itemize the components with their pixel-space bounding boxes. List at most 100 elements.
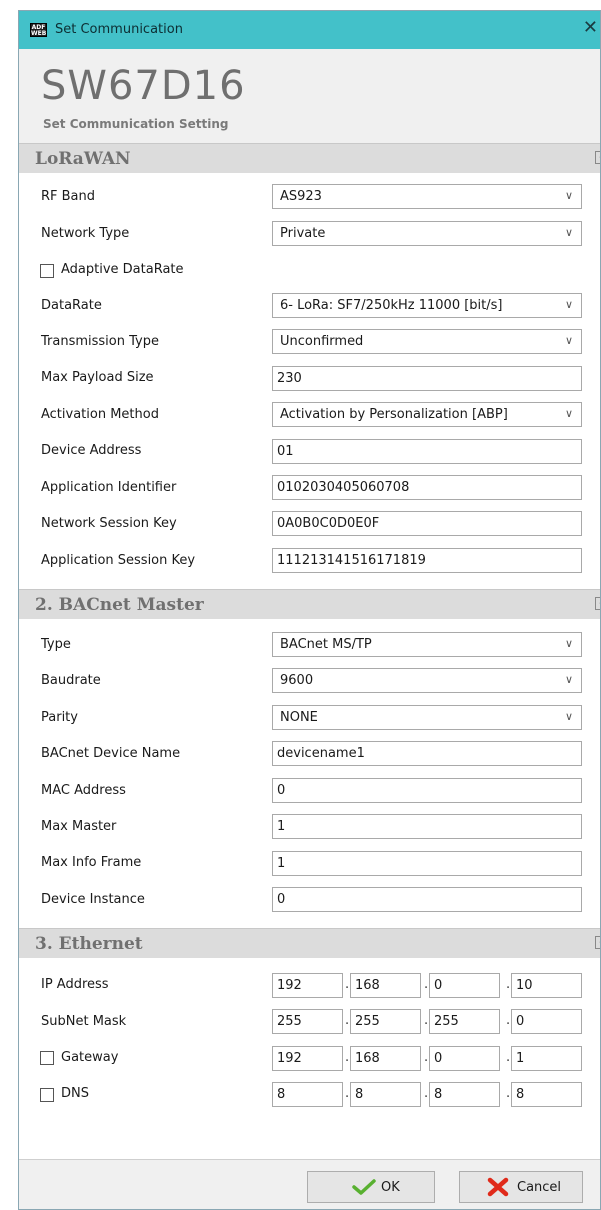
activation-method-label: Activation Method [41, 407, 159, 422]
page-subtitle: Set Communication Setting [43, 117, 229, 131]
selected-value: BACnet MS/TP [280, 637, 372, 652]
ip-address-octet-1[interactable]: 192 [272, 973, 343, 998]
chevron-down-icon: ∨ [564, 637, 573, 650]
close-icon[interactable]: ✕ [583, 19, 598, 37]
dns-checkbox[interactable] [40, 1088, 54, 1102]
app-icon: ADF WEB [30, 23, 47, 37]
ip-separator: . [345, 977, 350, 992]
baudrate-label: Baudrate [41, 673, 101, 688]
selected-value: Activation by Personalization [ABP] [280, 407, 508, 422]
gateway-octet-1[interactable]: 192 [272, 1046, 343, 1071]
section-title: LoRaWAN [35, 149, 131, 169]
gateway-label: Gateway [61, 1050, 119, 1065]
ip-separator: . [424, 977, 429, 992]
gateway-octet-3[interactable]: 0 [429, 1046, 500, 1071]
application-identifier-input[interactable]: 0102030405060708 [272, 475, 582, 500]
ip-address-octet-3[interactable]: 0 [429, 973, 500, 998]
dns-octet-1[interactable]: 8 [272, 1082, 343, 1107]
parity-label: Parity [41, 710, 78, 725]
device-address-label: Device Address [41, 443, 142, 458]
gateway-octet-2[interactable]: 168 [350, 1046, 421, 1071]
activation-method-select[interactable]: Activation by Personalization [ABP] ∨ [272, 402, 582, 427]
datarate-select[interactable]: 6- LoRa: SF7/250kHz 11000 [bit/s] ∨ [272, 293, 582, 318]
mac-address-label: MAC Address [41, 783, 126, 798]
network-session-key-input[interactable]: 0A0B0C0D0E0F [272, 511, 582, 536]
adaptive-datarate-label: Adaptive DataRate [61, 262, 184, 277]
subnet-mask-octet-3[interactable]: 255 [429, 1009, 500, 1034]
max-info-frame-input[interactable]: 1 [272, 851, 582, 876]
cancel-button[interactable]: Cancel [459, 1171, 583, 1203]
selected-value: NONE [280, 710, 318, 725]
subnet-mask-octet-1[interactable]: 255 [272, 1009, 343, 1034]
chevron-down-icon: ∨ [564, 334, 573, 347]
ip-separator: . [424, 1013, 429, 1028]
network-type-label: Network Type [41, 226, 130, 241]
collapse-icon[interactable]: - [595, 936, 600, 949]
app-name: SW67D16 [41, 63, 246, 109]
chevron-down-icon: ∨ [564, 673, 573, 686]
collapse-icon[interactable]: - [595, 151, 600, 164]
network-type-select[interactable]: Private ∨ [272, 221, 582, 246]
selected-value: Private [280, 226, 326, 241]
section-header-lorawan[interactable]: LoRaWAN - [19, 143, 600, 173]
chevron-down-icon: ∨ [564, 226, 573, 239]
max-info-frame-label: Max Info Frame [41, 855, 142, 870]
ip-separator: . [345, 1013, 350, 1028]
device-address-input[interactable]: 01 [272, 439, 582, 464]
dns-octet-4[interactable]: 8 [511, 1082, 582, 1107]
rf-band-select[interactable]: AS923 ∨ [272, 184, 582, 209]
section-header-ethernet[interactable]: 3. Ethernet - [19, 928, 600, 958]
device-instance-input[interactable]: 0 [272, 887, 582, 912]
selected-value: Unconfirmed [280, 334, 364, 349]
dns-octet-2[interactable]: 8 [350, 1082, 421, 1107]
ip-separator: . [424, 1050, 429, 1065]
dns-label: DNS [61, 1086, 89, 1101]
dialog-footer: OK Cancel [19, 1159, 600, 1209]
bacnet-device-name-input[interactable]: devicename1 [272, 741, 582, 766]
section-title: 2. BACnet Master [35, 595, 204, 615]
mac-address-input[interactable]: 0 [272, 778, 582, 803]
max-payload-size-input[interactable]: 230 [272, 366, 582, 391]
parity-select[interactable]: NONE ∨ [272, 705, 582, 730]
subnet-mask-octet-4[interactable]: 0 [511, 1009, 582, 1034]
subnet-mask-label: SubNet Mask [41, 1014, 127, 1029]
section-header-bacnet[interactable]: 2. BACnet Master - [19, 589, 600, 619]
title-bar[interactable]: ADF WEB Set Communication ✕ [19, 11, 600, 49]
adaptive-datarate-checkbox[interactable] [40, 264, 54, 278]
dns-octet-3[interactable]: 8 [429, 1082, 500, 1107]
bacnet-type-select[interactable]: BACnet MS/TP ∨ [272, 632, 582, 657]
ip-separator: . [345, 1050, 350, 1065]
rf-band-label: RF Band [41, 189, 96, 204]
selected-value: AS923 [280, 189, 322, 204]
ip-address-label: IP Address [41, 977, 109, 992]
chevron-down-icon: ∨ [564, 407, 573, 420]
transmission-type-select[interactable]: Unconfirmed ∨ [272, 329, 582, 354]
subnet-mask-octet-2[interactable]: 255 [350, 1009, 421, 1034]
application-session-key-input[interactable]: 111213141516171819 [272, 548, 582, 573]
bacnet-device-name-label: BACnet Device Name [41, 746, 181, 761]
section-title: 3. Ethernet [35, 934, 143, 954]
cancel-label: Cancel [517, 1180, 562, 1195]
collapse-icon[interactable]: - [595, 597, 600, 610]
ok-button[interactable]: OK [307, 1171, 435, 1203]
application-session-key-label: Application Session Key [41, 553, 196, 568]
bacnet-type-label: Type [41, 637, 71, 652]
application-identifier-label: Application Identifier [41, 480, 177, 495]
ip-separator: . [424, 1086, 429, 1101]
selected-value: 6- LoRa: SF7/250kHz 11000 [bit/s] [280, 298, 503, 313]
max-master-label: Max Master [41, 819, 117, 834]
gateway-checkbox[interactable] [40, 1051, 54, 1065]
device-instance-label: Device Instance [41, 892, 145, 907]
ip-separator: . [506, 1086, 511, 1101]
ip-separator: . [506, 977, 511, 992]
window-title: Set Communication [55, 22, 183, 37]
ip-address-octet-2[interactable]: 168 [350, 973, 421, 998]
baudrate-select[interactable]: 9600 ∨ [272, 668, 582, 693]
gateway-octet-4[interactable]: 1 [511, 1046, 582, 1071]
transmission-type-label: Transmission Type [41, 334, 159, 349]
datarate-label: DataRate [41, 298, 102, 313]
ip-address-octet-4[interactable]: 10 [511, 973, 582, 998]
selected-value: 9600 [280, 673, 314, 688]
max-master-input[interactable]: 1 [272, 814, 582, 839]
check-icon [352, 1179, 376, 1195]
